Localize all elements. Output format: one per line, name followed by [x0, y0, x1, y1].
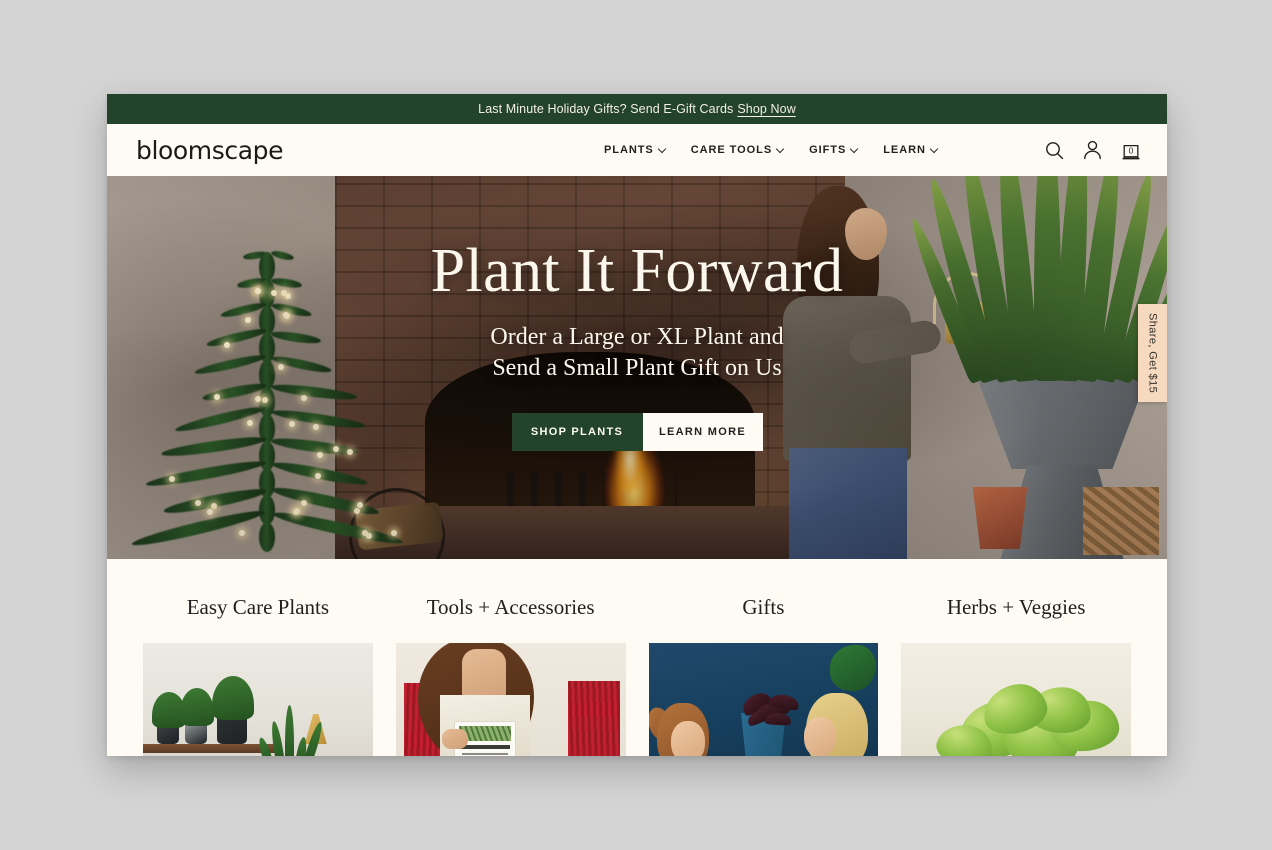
cart-icon[interactable]: 0 [1121, 140, 1141, 161]
child-face [671, 721, 705, 756]
hero-section: Plant It Forward Order a Large or XL Pla… [107, 176, 1167, 559]
foreground-frond [285, 705, 294, 756]
chevron-down-icon [851, 145, 859, 153]
category-title: Easy Care Plants [187, 595, 329, 620]
category-row: Easy Care Plants Tools + Accessories Gif… [143, 595, 1131, 756]
site-header: bloomscape PLANTS CARE TOOLS GIFTS LEARN [107, 124, 1167, 176]
category-image-tools-accessories [396, 643, 626, 756]
nav-item-gifts[interactable]: GIFTS [809, 144, 859, 156]
share-tab-label: Share, Get $15 [1147, 313, 1159, 393]
header-actions: 0 [1045, 140, 1141, 161]
hero-buttons: SHOP PLANTS LEARN MORE [512, 413, 763, 451]
logo[interactable]: bloomscape [136, 136, 283, 165]
category-image-gifts [649, 643, 879, 756]
category-title: Gifts [742, 595, 784, 620]
chevron-down-icon [931, 145, 939, 153]
plant-pot [217, 716, 247, 744]
announcement-bar: Last Minute Holiday Gifts? Send E-Gift C… [107, 94, 1167, 124]
cart-count-text: 0 [1129, 145, 1134, 155]
hero-subtitle-line-2: Send a Small Plant Gift on Us [490, 353, 783, 384]
share-get-15-tab[interactable]: Share, Get $15 [1138, 304, 1167, 402]
potted-plant [212, 676, 254, 720]
category-easy-care-plants[interactable]: Easy Care Plants [143, 595, 373, 756]
site-window: Last Minute Holiday Gifts? Send E-Gift C… [107, 94, 1167, 756]
announcement-shop-now-link[interactable]: Shop Now [737, 102, 795, 116]
shop-plants-button[interactable]: SHOP PLANTS [512, 413, 643, 451]
hero-subtitle: Order a Large or XL Plant and Send a Sma… [490, 322, 783, 383]
category-herbs-veggies[interactable]: Herbs + Veggies [901, 595, 1131, 756]
category-title: Herbs + Veggies [947, 595, 1086, 620]
category-gifts[interactable]: Gifts [649, 595, 879, 756]
hero-content: Plant It Forward Order a Large or XL Pla… [107, 176, 1167, 559]
chevron-down-icon [777, 145, 785, 153]
learn-more-button[interactable]: LEARN MORE [643, 413, 763, 451]
nav-label: LEARN [883, 144, 926, 156]
chevron-down-icon [659, 145, 667, 153]
hero-subtitle-line-1: Order a Large or XL Plant and [490, 322, 783, 353]
woman-face [804, 717, 836, 756]
hero-title: Plant It Forward [431, 240, 844, 302]
category-image-easy-care-plants [143, 643, 373, 756]
category-title: Tools + Accessories [427, 595, 595, 620]
search-icon[interactable] [1045, 141, 1064, 160]
category-image-herbs-veggies [901, 643, 1131, 756]
category-tools-accessories[interactable]: Tools + Accessories [396, 595, 626, 756]
nav-item-care-tools[interactable]: CARE TOOLS [691, 144, 785, 156]
nav-label: PLANTS [604, 144, 654, 156]
hand [442, 729, 468, 749]
nav-label: CARE TOOLS [691, 144, 772, 156]
main-nav: PLANTS CARE TOOLS GIFTS LEARN [604, 144, 939, 156]
dark-plant-leaf [765, 712, 792, 725]
red-cardigan-right [568, 681, 620, 756]
monstera-leaf [830, 645, 876, 691]
announcement-text: Last Minute Holiday Gifts? Send E-Gift C… [478, 102, 733, 116]
account-icon[interactable] [1083, 140, 1102, 160]
potted-plant [180, 688, 214, 726]
category-section: Easy Care Plants Tools + Accessories Gif… [107, 559, 1167, 756]
nav-label: GIFTS [809, 144, 846, 156]
nav-item-learn[interactable]: LEARN [883, 144, 939, 156]
nav-item-plants[interactable]: PLANTS [604, 144, 667, 156]
